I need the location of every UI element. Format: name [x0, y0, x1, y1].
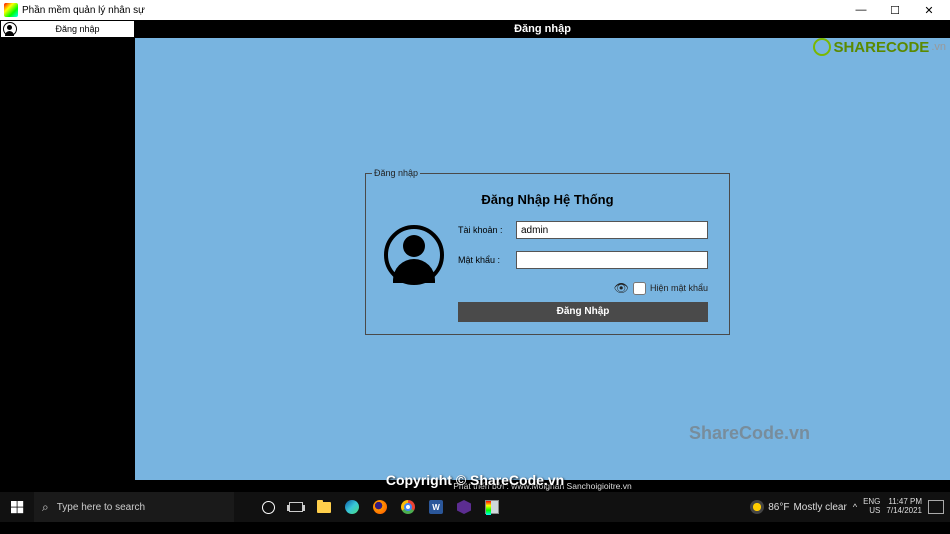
user-icon — [3, 22, 17, 36]
window-title: Phần mềm quản lý nhân sự — [22, 5, 844, 16]
login-heading: Đăng Nhập Hệ Thống — [378, 192, 717, 207]
minimize-button[interactable]: — — [844, 0, 878, 20]
chrome-icon — [401, 500, 415, 514]
taskview-icon — [289, 502, 303, 512]
maximize-button[interactable]: ☐ — [878, 0, 912, 20]
visualstudio-icon — [457, 500, 471, 514]
taskbar: ⌕ Type here to search W 86°F Mostly clea… — [0, 492, 950, 522]
recycle-icon — [813, 38, 831, 56]
watermark-copyright: Copyright © ShareCode.vn — [386, 472, 564, 488]
sidebar-tab-label: Đăng nhập — [23, 24, 132, 34]
edge-icon — [345, 500, 359, 514]
clock[interactable]: 11:47 PM 7/14/2021 — [886, 498, 922, 516]
watermark-logo-text: SHARECODE — [833, 39, 929, 56]
password-label: Mật khẩu : — [458, 255, 516, 265]
sidebar-tab-login[interactable]: Đăng nhập — [0, 20, 135, 38]
top-row: Đăng nhập Đăng nhập — [0, 20, 950, 38]
tray-overflow-button[interactable]: ^ — [853, 502, 857, 512]
system-tray: 86°F Mostly clear ^ ENG US 11:47 PM 7/14… — [750, 498, 950, 516]
login-panel: Đăng nhập Đăng Nhập Hệ Thống Tài khoản :… — [365, 173, 730, 335]
folder-icon — [317, 502, 331, 513]
close-button[interactable]: ✕ — [912, 0, 946, 20]
visualstudio-button[interactable] — [450, 492, 478, 522]
weather-icon — [750, 500, 764, 514]
weather-widget[interactable]: 86°F Mostly clear — [750, 500, 847, 514]
firefox-icon — [373, 500, 387, 514]
explorer-button[interactable] — [310, 492, 338, 522]
app-icon — [4, 3, 18, 17]
login-legend: Đăng nhập — [372, 168, 420, 178]
eye-icon: 👁 — [614, 281, 629, 295]
left-rail — [0, 38, 135, 492]
watermark-logo-suffix: .vn — [931, 41, 946, 53]
taskbar-search[interactable]: ⌕ Type here to search — [34, 492, 234, 522]
cortana-icon — [262, 501, 275, 514]
app-header-title: Đăng nhập — [135, 20, 950, 38]
cortana-button[interactable] — [254, 492, 282, 522]
edge-button[interactable] — [338, 492, 366, 522]
password-input[interactable] — [516, 251, 708, 269]
show-password-label: Hiện mật khẩu — [650, 283, 708, 293]
word-icon: W — [429, 500, 443, 514]
avatar-icon — [384, 225, 444, 285]
window-titlebar: Phần mềm quản lý nhân sự — ☐ ✕ — [0, 0, 950, 20]
window-controls: — ☐ ✕ — [844, 0, 946, 20]
weather-temp: 86°F — [768, 502, 789, 513]
search-icon: ⌕ — [42, 500, 49, 515]
chrome-button[interactable] — [394, 492, 422, 522]
language-indicator[interactable]: ENG US — [863, 498, 880, 516]
firefox-button[interactable] — [366, 492, 394, 522]
watermark-logo: SHARECODE.vn — [813, 38, 946, 56]
start-button[interactable] — [0, 492, 34, 522]
content-area: SHARECODE.vn Đăng nhập Đăng Nhập Hệ Thốn… — [135, 38, 950, 492]
login-button[interactable]: Đăng Nhập — [458, 302, 708, 322]
running-app-button[interactable] — [478, 492, 506, 522]
winform-icon — [485, 500, 499, 514]
notifications-button[interactable] — [928, 500, 944, 514]
word-button[interactable]: W — [422, 492, 450, 522]
taskview-button[interactable] — [282, 492, 310, 522]
clock-date: 7/14/2021 — [886, 507, 922, 516]
weather-cond: Mostly clear — [793, 502, 846, 513]
lang-bot: US — [863, 507, 880, 516]
account-label: Tài khoản : — [458, 225, 516, 235]
watermark-center: ShareCode.vn — [689, 423, 810, 444]
search-placeholder: Type here to search — [57, 502, 145, 513]
show-password-checkbox[interactable] — [633, 282, 646, 295]
account-input[interactable] — [516, 221, 708, 239]
main-area: SHARECODE.vn Đăng nhập Đăng Nhập Hệ Thốn… — [0, 38, 950, 492]
